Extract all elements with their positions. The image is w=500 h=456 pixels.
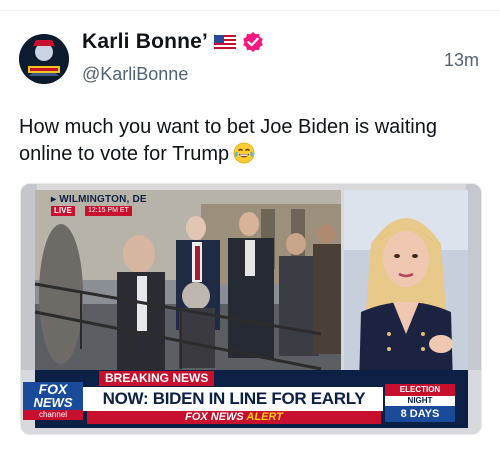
fox-news-alert-bar: FOX NEWS ALERT	[87, 411, 381, 424]
breaking-news-label: BREAKING NEWS	[99, 371, 215, 386]
days-label: 8 DAYS	[385, 406, 455, 422]
laughing-tears-emoji-icon	[233, 142, 255, 164]
news-headline: NOW: BIDEN IN LINE FOR EARLY VOTING	[87, 387, 381, 432]
author-name[interactable]: Karli Bonne’	[82, 30, 208, 54]
verified-badge-icon	[242, 31, 264, 53]
top-divider	[0, 10, 500, 11]
live-time: 12:15 PM ET	[85, 206, 132, 216]
tweet-body: How much you want to bet Joe Biden is wa…	[19, 116, 437, 165]
tweet-text: How much you want to bet Joe Biden is wa…	[19, 114, 459, 168]
election-night-countdown: ELECTION NIGHT 8 DAYS	[385, 384, 455, 422]
author-handle[interactable]: @KarliBonne	[82, 64, 188, 85]
election-label: ELECTION	[385, 384, 455, 396]
tweet-media-image[interactable]: ▸ WILMINGTON, DE LIVE 12:15 PM ET FOX NE…	[20, 183, 482, 435]
logo-line-1: FOX	[23, 382, 83, 396]
location-label: ▸ WILMINGTON, DE	[51, 194, 147, 205]
timestamp[interactable]: 13m	[444, 50, 479, 71]
author-row: Karli Bonne’	[82, 30, 264, 54]
live-badge: LIVE	[51, 206, 75, 216]
us-flag-icon	[214, 34, 237, 50]
logo-line-2: NEWS	[23, 396, 83, 410]
logo-line-3: channel	[23, 410, 83, 420]
night-label: NIGHT	[385, 396, 455, 406]
fox-news-logo: FOX NEWS channel	[23, 382, 83, 426]
alert-word: ALERT	[246, 411, 283, 423]
avatar[interactable]	[19, 34, 69, 84]
alert-prefix: FOX NEWS	[185, 411, 244, 423]
